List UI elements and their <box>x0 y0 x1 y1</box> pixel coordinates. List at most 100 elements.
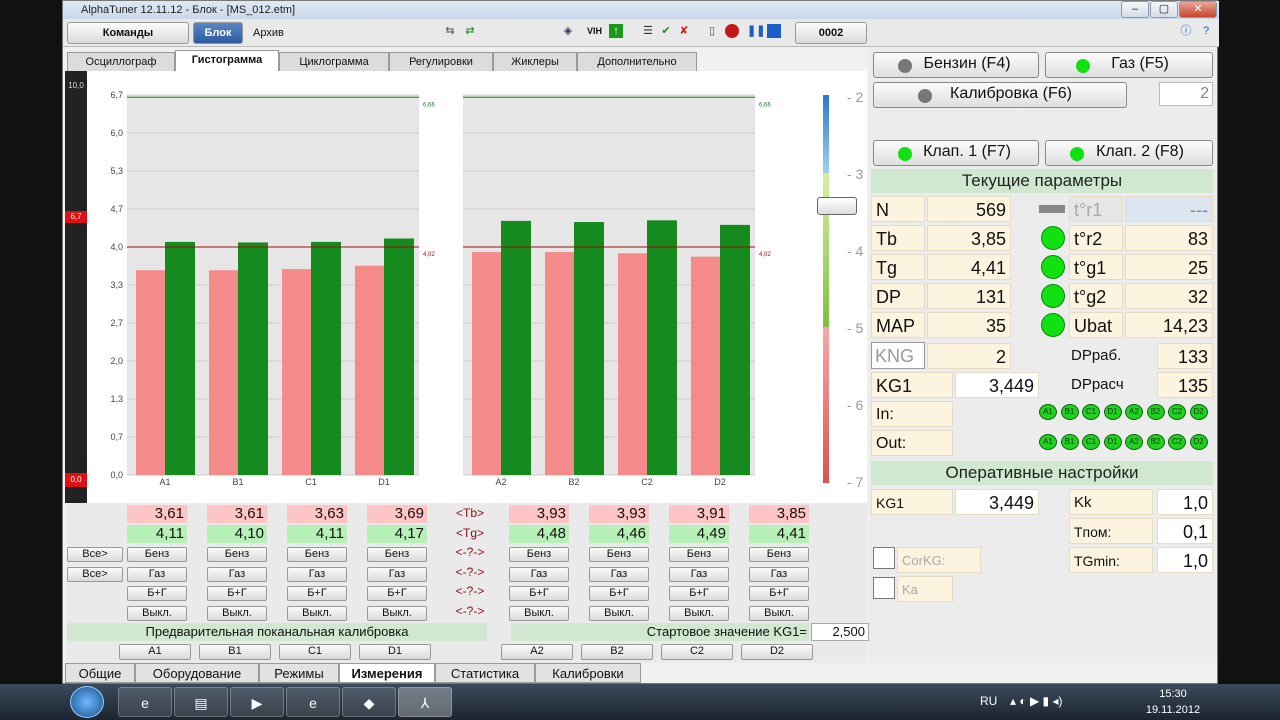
calibrate-channel-button[interactable]: B2 <box>581 644 653 660</box>
kng-label[interactable]: KNG <box>871 342 925 369</box>
valve2-button[interactable]: Клап. 2 (F8) <box>1045 140 1213 166</box>
bar-tg <box>238 242 268 475</box>
folder-icon[interactable]: ▤ <box>174 687 228 717</box>
calibrate-channel-button[interactable]: C2 <box>661 644 733 660</box>
kk-value[interactable]: 1,0 <box>1157 489 1213 515</box>
mode-button-benz[interactable]: Бенз <box>749 547 809 562</box>
mode-button-benz[interactable]: Бенз <box>509 547 569 562</box>
upload-icon[interactable]: ↑ <box>609 24 623 38</box>
mode-button-bg[interactable]: Б+Г <box>589 586 649 601</box>
archive-link[interactable]: Архив <box>253 27 284 39</box>
tab-histogram[interactable]: Гистограмма <box>175 50 279 71</box>
checklist-icon[interactable]: ☰ <box>641 24 655 38</box>
calibrate-channel-button[interactable]: B1 <box>199 644 271 660</box>
start-button-icon[interactable] <box>70 686 104 718</box>
tpom-value[interactable]: 0,1 <box>1157 518 1213 544</box>
info-icon[interactable]: ⓘ <box>1179 24 1193 38</box>
media-player-icon[interactable]: ▶ <box>230 687 284 717</box>
mode-button-benz[interactable]: Бенз <box>127 547 187 562</box>
mode-button-bg[interactable]: Б+Г <box>287 586 347 601</box>
mode-button-bg[interactable]: Б+Г <box>669 586 729 601</box>
mode-button-gas[interactable]: Газ <box>367 566 427 582</box>
tab-oscilloscope[interactable]: Осциллограф <box>67 52 175 71</box>
benzin-button[interactable]: Бензин (F4) <box>873 52 1039 78</box>
minimize-button[interactable]: – <box>1121 1 1149 18</box>
save-icon[interactable]: ◈ <box>561 24 575 38</box>
mode-button-benz[interactable]: Бенз <box>287 547 347 562</box>
mode-button-benz[interactable]: Бенз <box>207 547 267 562</box>
tray-icons[interactable]: ▴ ◐ ▶ ▮ ◂) <box>1010 694 1062 708</box>
mode-button-off[interactable]: Выкл. <box>287 605 347 621</box>
car-icon[interactable]: ⇆ <box>443 24 457 38</box>
valve1-button[interactable]: Клап. 1 (F7) <box>873 140 1039 166</box>
mode-button-off[interactable]: Выкл. <box>669 605 729 621</box>
tab-jets[interactable]: Жиклеры <box>493 52 577 71</box>
mode-button-benz[interactable]: Бенз <box>367 547 427 562</box>
corkg-checkbox[interactable] <box>873 547 895 569</box>
block-button[interactable]: Блок <box>193 22 243 44</box>
tab-additional[interactable]: Дополнительно <box>577 52 697 71</box>
mid-label: <-?-> <box>455 584 485 598</box>
bottom-tab-general[interactable]: Общие <box>65 663 135 683</box>
mode-button-bg[interactable]: Б+Г <box>509 586 569 601</box>
check-icon[interactable]: ✔ <box>659 24 673 38</box>
bottom-tab-calibrations[interactable]: Калибровки <box>535 663 641 683</box>
tab-adjustments[interactable]: Регулировки <box>389 52 493 71</box>
pause-icon[interactable]: ❚❚ <box>747 24 765 38</box>
mode-button-gas[interactable]: Газ <box>589 566 649 582</box>
calibrate-channel-button[interactable]: D1 <box>359 644 431 660</box>
calibrate-channel-button[interactable]: A2 <box>501 644 573 660</box>
mode-button-off[interactable]: Выкл. <box>509 605 569 621</box>
calibrate-channel-button[interactable]: A1 <box>119 644 191 660</box>
language-indicator[interactable]: RU <box>980 694 997 708</box>
mode-button-bg[interactable]: Б+Г <box>749 586 809 601</box>
uncheck-icon[interactable]: ✘ <box>677 24 691 38</box>
mode-button-off[interactable]: Выкл. <box>127 605 187 621</box>
bottom-tab-measurements[interactable]: Измерения <box>339 663 435 683</box>
mode-button-benz[interactable]: Бенз <box>589 547 649 562</box>
tgmin-value[interactable]: 1,0 <box>1157 547 1213 573</box>
bottom-tab-modes[interactable]: Режимы <box>259 663 339 683</box>
mode-button-off[interactable]: Выкл. <box>207 605 267 621</box>
maximize-button[interactable]: ▢ <box>1150 1 1178 18</box>
close-button[interactable]: ✕ <box>1179 1 1217 18</box>
record-icon[interactable] <box>725 24 739 38</box>
io-indicator: D1 <box>1103 404 1122 420</box>
vih-label[interactable]: VIH <box>587 26 602 36</box>
mode-button-off[interactable]: Выкл. <box>749 605 809 621</box>
mode-button-gas[interactable]: Газ <box>207 566 267 582</box>
app-icon[interactable]: ◆ <box>342 687 396 717</box>
mode-button-gas[interactable]: Газ <box>287 566 347 582</box>
new-file-icon[interactable]: ▯ <box>705 24 719 38</box>
alphatuner-icon[interactable]: ⅄ <box>398 687 452 717</box>
mode-button-bg[interactable]: Б+Г <box>207 586 267 601</box>
bottom-tab-statistics[interactable]: Статистика <box>435 663 535 683</box>
mode-button-gas[interactable]: Газ <box>127 566 187 582</box>
calibration-button[interactable]: Калибровка (F6) <box>873 82 1127 108</box>
mode-button-bg[interactable]: Б+Г <box>127 586 187 601</box>
all-button[interactable]: Все> <box>67 547 123 562</box>
all-button[interactable]: Все> <box>67 566 123 582</box>
calibrate-channel-button[interactable]: C1 <box>279 644 351 660</box>
bottom-tab-equipment[interactable]: Оборудование <box>135 663 259 683</box>
calibrate-channel-button[interactable]: D2 <box>741 644 813 660</box>
ie2-icon[interactable]: e <box>286 687 340 717</box>
gaz-button[interactable]: Газ (F5) <box>1045 52 1213 78</box>
mode-button-gas[interactable]: Газ <box>749 566 809 582</box>
tab-cyclogram[interactable]: Циклограмма <box>279 52 389 71</box>
mode-button-gas[interactable]: Газ <box>509 566 569 582</box>
help-icon[interactable]: ? <box>1199 24 1213 38</box>
swap-icon[interactable]: ⇄ <box>463 24 477 38</box>
start-kg1-input[interactable]: 2,500 <box>811 623 869 641</box>
calibration-value[interactable]: 2 <box>1159 82 1213 106</box>
mode-button-benz[interactable]: Бенз <box>669 547 729 562</box>
mode-button-off[interactable]: Выкл. <box>589 605 649 621</box>
mode-button-bg[interactable]: Б+Г <box>367 586 427 601</box>
mode-button-gas[interactable]: Газ <box>669 566 729 582</box>
commands-button[interactable]: Команды <box>67 22 189 44</box>
mode-button-off[interactable]: Выкл. <box>367 605 427 621</box>
stop-icon[interactable] <box>767 24 781 38</box>
ie-icon[interactable]: e <box>118 687 172 717</box>
ka-checkbox[interactable] <box>873 577 895 599</box>
op-kg1-value[interactable]: 3,449 <box>955 489 1039 515</box>
